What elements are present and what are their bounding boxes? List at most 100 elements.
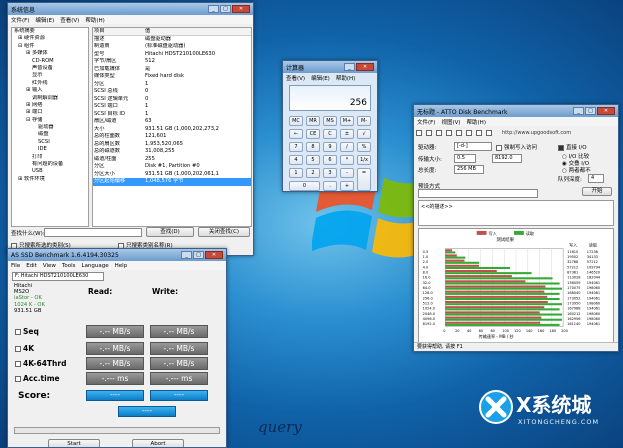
- copy-icon[interactable]: [466, 130, 472, 136]
- tree-item[interactable]: IDE: [12, 146, 88, 153]
- paste-icon[interactable]: [476, 130, 482, 136]
- minimize-icon[interactable]: _: [573, 107, 584, 115]
- close-find-button[interactable]: 关闭查找(C): [198, 227, 250, 237]
- asssd-menu-view[interactable]: View: [43, 263, 56, 269]
- controlled-by-select[interactable]: [418, 189, 538, 198]
- seq-test-checkbox[interactable]: Seq: [15, 325, 39, 338]
- tree-item[interactable]: 红外线: [12, 80, 88, 87]
- grid-row[interactable]: 字节/扇区 512: [93, 58, 251, 66]
- calc-key[interactable]: MS: [323, 116, 337, 126]
- calc-key[interactable]: *: [340, 155, 354, 165]
- tree-item[interactable]: ⊟ 存储: [12, 117, 88, 124]
- tree-item[interactable]: CD-ROM: [12, 58, 88, 65]
- calc-key[interactable]: √: [357, 129, 371, 139]
- description-box[interactable]: <<的描述>>: [418, 200, 614, 226]
- calc-key[interactable]: 1/x: [357, 155, 371, 165]
- grid-row[interactable]: 分区 Disk #1, Partition #0: [93, 163, 251, 171]
- neither-radio[interactable]: ○ 两者都不: [562, 166, 591, 174]
- grid-row[interactable]: 已加载媒体 是: [93, 66, 251, 74]
- find-input[interactable]: [44, 228, 142, 237]
- grid-row[interactable]: 媒体类型 Fixed hard disk: [93, 73, 251, 81]
- asssd-titlebar[interactable]: AS SSD Benchmark 1.6.4194.30325 _ □ ✕: [8, 249, 226, 261]
- maximize-icon[interactable]: □: [585, 107, 596, 115]
- tree-item[interactable]: 声音设备: [12, 65, 88, 72]
- calc-key[interactable]: =: [357, 168, 371, 191]
- calc-key[interactable]: 3: [323, 168, 337, 178]
- grid-row[interactable]: 分区起始偏移 1,048,576 字节: [93, 178, 251, 186]
- grid-row[interactable]: 扇区/磁道 63: [93, 118, 251, 126]
- tree-item[interactable]: ⊞ 网络: [12, 102, 88, 109]
- tree-item[interactable]: SCSI: [12, 139, 88, 146]
- print-icon[interactable]: [446, 130, 452, 136]
- close-icon[interactable]: ✕: [597, 107, 615, 115]
- calc-menu-help[interactable]: 帮助(H): [336, 74, 355, 82]
- calc-key[interactable]: .: [323, 181, 337, 191]
- open-icon[interactable]: [426, 130, 432, 136]
- grid-row[interactable]: SCSI 端口 1: [93, 103, 251, 111]
- grid-row[interactable]: 总的柱面数 121,601: [93, 133, 251, 141]
- tree-item[interactable]: 显示: [12, 72, 88, 79]
- asssd-menu-file[interactable]: File: [11, 263, 20, 269]
- calc-key[interactable]: M+: [340, 116, 354, 126]
- col-value[interactable]: 值: [145, 28, 251, 35]
- tree-item[interactable]: 有问题的设备: [12, 161, 88, 168]
- calc-key[interactable]: /: [340, 142, 354, 152]
- calc-key[interactable]: 5: [306, 155, 320, 165]
- tree-item[interactable]: 驱动器: [12, 124, 88, 131]
- direct-io-checkbox[interactable]: 直接 I/O: [558, 143, 587, 151]
- 4k64-test-checkbox[interactable]: 4K-64Thrd: [15, 357, 66, 370]
- asssd-menu-language[interactable]: Language: [82, 263, 109, 269]
- tree-item[interactable]: ⊞ 软件环境: [12, 176, 88, 183]
- tree-item[interactable]: ⊟ 组件: [12, 43, 88, 50]
- cut-icon[interactable]: [456, 130, 462, 136]
- asssd-menu-tools[interactable]: Tools: [62, 263, 76, 269]
- abort-button[interactable]: Abort: [132, 439, 184, 447]
- asssd-menu-help[interactable]: Help: [115, 263, 128, 269]
- new-icon[interactable]: [416, 130, 422, 136]
- maximize-icon[interactable]: □: [220, 5, 231, 13]
- tree-item[interactable]: 调制解调器: [12, 95, 88, 102]
- calc-key[interactable]: +: [340, 181, 354, 191]
- calc-key[interactable]: ←: [289, 129, 303, 139]
- calc-key[interactable]: 0: [289, 181, 320, 191]
- grid-row[interactable]: 制造商 (标准磁盘驱动器): [93, 43, 251, 51]
- calc-key[interactable]: CE: [306, 129, 320, 139]
- maximize-icon[interactable]: □: [193, 251, 204, 259]
- tree-item[interactable]: ⊞ 多媒体: [12, 50, 88, 57]
- sysinfo-titlebar[interactable]: 系统信息 _ □ ✕: [8, 3, 253, 15]
- grid-row[interactable]: SCSI 逻辑单元 0: [93, 96, 251, 104]
- grid-row[interactable]: 磁道/柱面 255: [93, 156, 251, 164]
- close-icon[interactable]: ✕: [205, 251, 223, 259]
- tree-item[interactable]: ⊞ 输入: [12, 87, 88, 94]
- queue-depth-select[interactable]: 4: [588, 174, 604, 183]
- calc-key[interactable]: 4: [289, 155, 303, 165]
- grid-row[interactable]: 型号 Hitachi HDST210100LE630: [93, 51, 251, 59]
- grid-row[interactable]: 分区 1: [93, 81, 251, 89]
- menu-edit[interactable]: 编辑(E): [35, 16, 54, 24]
- menu-view[interactable]: 查看(V): [60, 16, 79, 24]
- calc-key[interactable]: 6: [323, 155, 337, 165]
- tree-item[interactable]: 打印: [12, 154, 88, 161]
- minimize-icon[interactable]: _: [208, 5, 219, 13]
- atto-start-button[interactable]: 开始: [582, 187, 612, 196]
- 4k-test-checkbox[interactable]: 4K: [15, 342, 34, 355]
- calc-key[interactable]: -: [340, 168, 354, 178]
- tree-item[interactable]: USB: [12, 168, 88, 175]
- asssd-menu-edit[interactable]: Edit: [26, 263, 37, 269]
- menu-help[interactable]: 帮助(H): [85, 16, 104, 24]
- calc-key[interactable]: 8: [306, 142, 320, 152]
- transfer-to-select[interactable]: 8192.0: [492, 154, 522, 163]
- save-icon[interactable]: [436, 130, 442, 136]
- asssd-drive-select[interactable]: F: Hitachi HDST210100LE630: [12, 272, 104, 281]
- grid-row[interactable]: 描述 磁盘驱动器: [93, 36, 251, 44]
- close-icon[interactable]: ✕: [232, 5, 250, 13]
- grid-row[interactable]: 大小 931.51 GB (1,000,202,273,2: [93, 126, 251, 134]
- calc-key[interactable]: M-: [357, 116, 371, 126]
- calc-menu-edit[interactable]: 编辑(E): [311, 74, 330, 82]
- minimize-icon[interactable]: _: [181, 251, 192, 259]
- tree-item[interactable]: ⊞ 端口: [12, 109, 88, 116]
- calc-key[interactable]: %: [357, 142, 371, 152]
- col-item[interactable]: 项目: [93, 28, 145, 35]
- grid-row[interactable]: 总的磁道数 31,008,255: [93, 148, 251, 156]
- acctime-test-checkbox[interactable]: Acc.time: [15, 372, 60, 385]
